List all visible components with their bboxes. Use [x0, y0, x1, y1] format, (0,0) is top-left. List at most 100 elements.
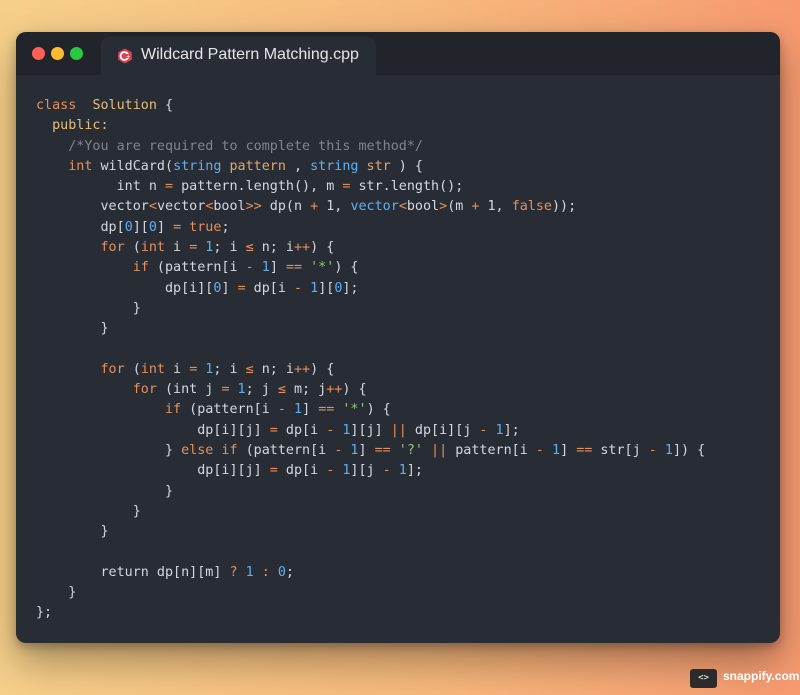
code-token: ]; [342, 280, 359, 296]
code-token: n [294, 199, 311, 215]
code-token: dp[i][j] [36, 463, 270, 479]
watermark-text: snappify.com [723, 669, 800, 683]
code-token: i [165, 240, 190, 256]
code-token: (pattern[i [237, 443, 335, 459]
code-token: int [140, 240, 165, 256]
code-token: == [576, 443, 593, 459]
code-token: dp[i][j] [36, 422, 270, 438]
code-line: } [36, 522, 705, 542]
code-token: dp[ [36, 219, 125, 235]
code-token: 1 [543, 443, 561, 459]
code-line: } [36, 482, 705, 502]
code-token: = [237, 280, 246, 296]
code-token: ; [285, 564, 294, 580]
code-token: ≤ [245, 361, 254, 377]
code-token: class [36, 98, 77, 113]
code-token: string [302, 158, 359, 174]
maximize-button[interactable] [70, 47, 83, 60]
code-token: ++ [294, 361, 311, 377]
code-token: 1 [197, 240, 214, 256]
code-line: dp[i][0] = dp[i - 1][0]; [36, 279, 705, 299]
code-token: ++ [294, 240, 311, 256]
code-token: wildCard( [92, 158, 174, 174]
code-token: length(), [245, 179, 327, 195]
code-token: ) { [342, 382, 367, 398]
code-line: dp[0][0] = true; [36, 218, 705, 238]
code-token: m [326, 179, 343, 195]
code-token: ] [358, 443, 375, 459]
code-line: public: [36, 116, 705, 136]
code-token: vector [156, 199, 206, 215]
title-bar: + Wildcard Pattern Matching.cpp [16, 32, 780, 75]
code-token: } [36, 483, 174, 499]
code-line: dp[i][j] = dp[i - 1][j] || dp[i][j - 1]; [36, 421, 705, 441]
code-line: int n = pattern.length(), m = str.length… [36, 177, 705, 197]
code-token: + [310, 199, 319, 215]
code-token: false [511, 199, 552, 215]
code-token: { [156, 98, 174, 113]
code-token: < [148, 199, 157, 215]
code-line: int wildCard(string pattern , string str… [36, 157, 705, 177]
code-line: class Solution { [36, 96, 705, 116]
code-token: int n [36, 179, 165, 195]
code-line: }; [36, 603, 705, 623]
svg-text:+: + [126, 54, 130, 60]
code-line: dp[i][j] = dp[i - 1][j - 1]; [36, 461, 705, 481]
code-token: i [165, 361, 190, 377]
code-token: m [455, 199, 472, 215]
code-token: for [36, 361, 125, 377]
code-token: 1 [487, 422, 504, 438]
code-token: = [165, 179, 174, 195]
code-token: for [36, 240, 125, 256]
code-token: length(); [390, 179, 464, 195]
code-token: ≤ [245, 240, 254, 256]
code-token: 1 [342, 443, 359, 459]
minimize-button[interactable] [51, 47, 64, 60]
code-token: ) { [334, 260, 359, 276]
code-token: dp[i [245, 280, 294, 296]
code-token: int [140, 361, 165, 377]
code-token: ( [124, 240, 141, 256]
code-token: ≤ [277, 382, 286, 398]
code-line: } [36, 299, 705, 319]
code-token: return dp[n][m] [36, 564, 230, 580]
code-token: pattern [221, 158, 286, 174]
code-token: ] [269, 260, 286, 276]
close-button[interactable] [32, 47, 45, 60]
code-token: '*' [302, 260, 335, 276]
code-token: == [374, 443, 391, 459]
code-token: ) { [366, 402, 391, 418]
code-token: } [36, 300, 141, 316]
code-token: dp[i [277, 422, 327, 438]
file-tab[interactable]: + Wildcard Pattern Matching.cpp [101, 37, 376, 75]
code-token: ++ [326, 382, 343, 398]
code-token: dp[i][ [36, 280, 214, 296]
code-token: ]) { [672, 443, 706, 459]
code-line: return dp[n][m] ? 1 : 0; [36, 563, 705, 583]
code-line: } [36, 319, 705, 339]
code-token: ) { [390, 158, 423, 174]
code-token: '*' [334, 402, 367, 418]
code-token: else if [181, 443, 238, 459]
code-token: ) { [310, 240, 335, 256]
code-token: > [439, 199, 448, 215]
code-token: 1 [253, 260, 270, 276]
code-line: vector<vector<bool>> dp(n + 1, vector<bo… [36, 197, 705, 217]
code-line: } else if (pattern[i - 1] == '?' || patt… [36, 441, 705, 461]
code-token: bool [213, 199, 246, 215]
code-token: dp[i][j [406, 422, 480, 438]
code-token: ] [221, 280, 238, 296]
code-token: 1 [334, 463, 351, 479]
code-token: ]; [406, 463, 423, 479]
code-token: == [285, 260, 303, 276]
code-token: } [36, 443, 182, 459]
code-brackets-icon: <> [690, 669, 717, 688]
code-token: , [285, 158, 303, 174]
code-token: 1 [302, 280, 319, 296]
code-token: 0 [124, 219, 133, 235]
tab-title: Wildcard Pattern Matching.cpp [141, 46, 359, 63]
code-editor[interactable]: class Solution { public: /*You are requi… [36, 96, 705, 624]
code-token: - [535, 443, 544, 459]
code-token: Solution [92, 98, 157, 113]
